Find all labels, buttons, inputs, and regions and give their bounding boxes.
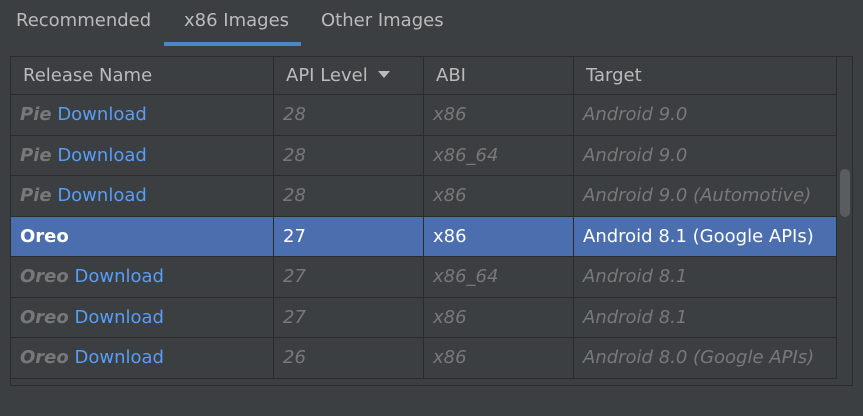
cell-api-level: 28 (274, 176, 424, 216)
column-header-release-name[interactable]: Release Name (11, 57, 274, 95)
tab-other-images[interactable]: Other Images (321, 0, 444, 46)
column-header-label: ABI (436, 65, 466, 86)
cell-release-name: Pie Download (11, 135, 274, 176)
tab-x86-images[interactable]: x86 Images (184, 0, 289, 46)
table-row[interactable]: Oreo Download 27 x86_64 Android 8.1 (11, 257, 837, 298)
cell-api-level: 26 (274, 338, 424, 378)
cell-abi: x86_64 (424, 135, 574, 176)
table-row[interactable]: Pie Download 28 x86 Android 9.0 (11, 95, 837, 136)
cell-target: Android 9.0 (574, 95, 837, 135)
cell-target: Android 8.1 (Google APIs) (574, 216, 837, 257)
system-images-table: Release Name API Level ABI Target Pie Do… (10, 56, 853, 386)
cell-api-level: 28 (274, 135, 424, 176)
column-header-label: API Level (286, 65, 368, 86)
cell-target: Android 8.1 (574, 297, 837, 338)
download-link[interactable]: Download (57, 145, 146, 166)
cell-target: Android 9.0 (574, 135, 837, 176)
table-row[interactable]: Oreo Download 26 x86 Android 8.0 (Google AP… (11, 338, 837, 379)
cell-release-name: Oreo (11, 216, 274, 257)
cell-release-name: Oreo Download (11, 297, 274, 338)
release-name-label: Oreo (20, 347, 69, 368)
column-header-label: Release Name (23, 65, 153, 86)
tab-recommended[interactable]: Recommended (16, 0, 151, 46)
sort-descending-icon (377, 70, 390, 78)
release-name-label: Oreo (20, 225, 69, 247)
cell-target: Android 9.0 (Automotive) (574, 176, 837, 216)
cell-abi: x86 (424, 338, 574, 378)
cell-target: Android 8.1 (574, 257, 837, 297)
cell-release-name: Pie Download (11, 95, 274, 135)
column-header-target[interactable]: Target (574, 57, 837, 95)
release-name-label: Pie (20, 144, 52, 166)
download-link[interactable]: Download (75, 347, 164, 368)
cell-target: Android 8.0 (Google APIs) (574, 338, 837, 378)
active-tab-indicator (164, 42, 301, 46)
cell-api-level: 27 (274, 297, 424, 338)
cell-abi: x86 (424, 297, 574, 338)
table-body: Pie Download 28 x86 Android 9.0 Pie Download… (11, 95, 837, 379)
cell-release-name: Pie Download (11, 176, 274, 216)
table-row[interactable]: Pie Download 28 x86 Android 9.0 (Automotive… (11, 176, 837, 217)
cell-abi: x86 (424, 216, 574, 257)
release-name-label: Pie (20, 185, 52, 206)
download-link[interactable]: Download (75, 307, 164, 328)
column-header-abi[interactable]: ABI (424, 57, 574, 95)
cell-api-level: 27 (274, 257, 424, 297)
cell-api-level: 27 (274, 216, 424, 257)
column-header-api-level[interactable]: API Level (274, 57, 424, 95)
table-header: Release Name API Level ABI Target (11, 57, 837, 95)
cell-abi: x86 (424, 95, 574, 135)
cell-api-level: 28 (274, 95, 424, 135)
release-name-label: Pie (20, 104, 52, 125)
vertical-scrollbar-thumb[interactable] (840, 169, 850, 217)
table-row[interactable]: Pie Download 28 x86_64 Android 9.0 (11, 135, 837, 176)
download-link[interactable]: Download (75, 266, 164, 287)
table-row[interactable]: Oreo 27 x86 Android 8.1 (Google APIs) (11, 216, 837, 257)
tab-bar: Recommended x86 Images Other Images (0, 0, 863, 46)
cell-release-name: Oreo Download (11, 257, 274, 297)
release-name-label: Oreo (20, 306, 69, 328)
table-row[interactable]: Oreo Download 27 x86 Android 8.1 (11, 297, 837, 338)
download-link[interactable]: Download (57, 185, 146, 206)
column-header-label: Target (586, 65, 642, 86)
cell-release-name: Oreo Download (11, 338, 274, 378)
download-link[interactable]: Download (57, 104, 146, 125)
cell-abi: x86_64 (424, 257, 574, 297)
cell-abi: x86 (424, 176, 574, 216)
release-name-label: Oreo (20, 266, 69, 287)
